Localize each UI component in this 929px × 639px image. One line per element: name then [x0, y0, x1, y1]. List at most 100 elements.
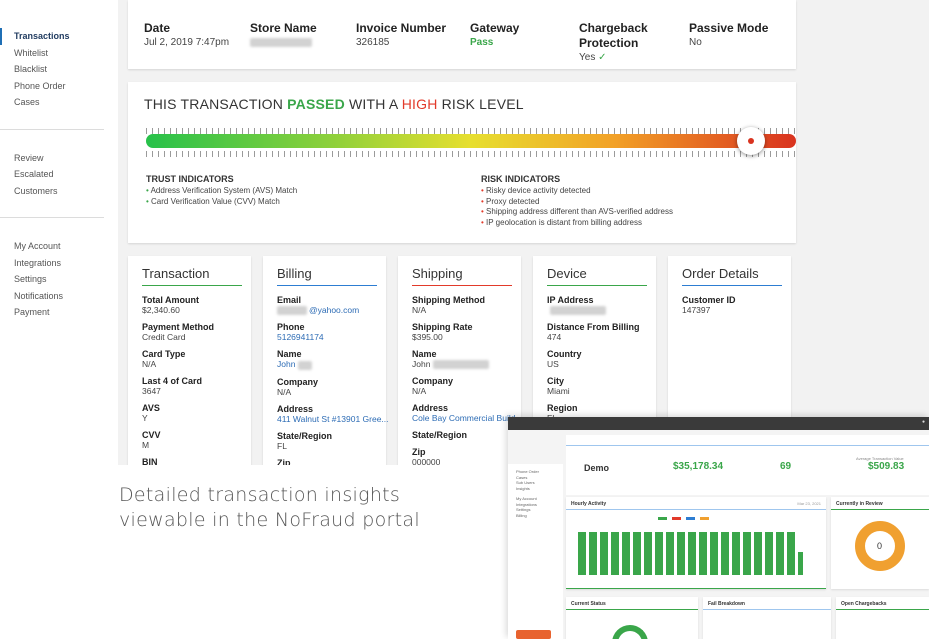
risk-status: PASSED	[287, 96, 345, 112]
nav-item-review[interactable]: Review	[0, 150, 118, 167]
risk-heading: THIS TRANSACTION PASSED WITH A HIGH RISK…	[144, 96, 524, 112]
field-value: N/A	[277, 386, 292, 397]
trust-indicators-heading: TRUST INDICATORS	[146, 174, 234, 184]
nav-item-whitelist[interactable]: Whitelist	[0, 45, 118, 62]
nav-item-payment[interactable]: Payment	[0, 304, 118, 321]
review-count: 0	[877, 541, 883, 551]
detail-field: IP Address	[547, 295, 656, 316]
hourly-bar	[611, 532, 619, 575]
risk-scale-ticks-bottom	[146, 151, 796, 157]
detail-field: Zip 000000	[412, 447, 521, 465]
transaction-detail: Date Jul 2, 2019 7:47pm Store Name Invoi…	[118, 0, 929, 465]
field-label: Payment Method	[142, 322, 215, 332]
legend-swatch	[700, 517, 709, 520]
passive-label: Passive Mode	[689, 21, 769, 35]
list-item: Risky device activity detected	[481, 186, 673, 197]
legend-swatch	[658, 517, 667, 520]
redacted-value	[550, 306, 606, 316]
chargeback-field: Chargeback Protection Yes ✓	[579, 21, 669, 65]
card-title: Order Details	[682, 266, 782, 286]
divider	[831, 509, 929, 510]
trust-indicators-list: Address Verification System (AVS) Match …	[146, 186, 298, 207]
hourly-bar	[798, 552, 803, 575]
field-label: Address	[277, 403, 314, 414]
field-value: Y	[142, 413, 148, 423]
field-label: IP Address	[547, 295, 594, 305]
hourly-bar-chart	[578, 525, 803, 575]
risk-panel: THIS TRANSACTION PASSED WITH A HIGH RISK…	[128, 82, 796, 243]
hourly-bar	[765, 532, 773, 575]
nav-item-my-account[interactable]: My Account	[0, 238, 118, 255]
field-value: 411 Walnut St #13901 Gree...	[277, 413, 389, 424]
widget-title: Currently in Review	[836, 501, 883, 507]
nav-item-phone-order[interactable]: Phone Order	[0, 78, 118, 95]
list-item: Address Verification System (AVS) Match	[146, 186, 298, 197]
detail-field: Card Type N/A	[142, 349, 251, 369]
field-value: Cole Bay Commercial Build...	[412, 413, 523, 424]
detail-field: AVS Y	[142, 403, 251, 423]
field-value: John	[277, 359, 386, 370]
store-field: Store Name	[250, 21, 317, 50]
nav-item-escalated[interactable]: Escalated	[0, 166, 118, 183]
widget-title: Hourly Activity	[571, 501, 607, 507]
user-menu-icon[interactable]: ●	[922, 419, 925, 425]
redacted-value	[298, 360, 313, 370]
detail-field: State/Region FL	[277, 431, 386, 451]
gateway-value: Pass	[470, 37, 494, 48]
nav-item-transactions[interactable]: Transactions	[0, 28, 118, 45]
shield-check-icon: ✓	[598, 52, 607, 63]
nav-item-customers[interactable]: Customers	[0, 183, 118, 200]
list-item: Shipping address different than AVS-veri…	[481, 207, 673, 218]
card-title: Shipping	[412, 266, 512, 286]
nav-item-settings[interactable]: Settings	[0, 271, 118, 288]
nav-item-integrations[interactable]: Integrations	[0, 255, 118, 272]
detail-field: Shipping Method N/A	[412, 295, 521, 315]
field-value: Credit Card	[142, 332, 186, 342]
detail-field: Customer ID 147397	[682, 295, 791, 315]
field-value: FL	[277, 440, 287, 451]
nav-item-blacklist[interactable]: Blacklist	[0, 61, 118, 78]
nav-item-notifications[interactable]: Notifications	[0, 288, 118, 305]
transaction-card: Transaction Total Amount $2,340.60 Payment…	[128, 256, 251, 465]
detail-field: Name John	[277, 349, 386, 370]
fail-breakdown-widget: Fail Breakdown	[703, 597, 831, 639]
hourly-bar	[710, 532, 718, 575]
redacted-value	[433, 360, 490, 370]
divider	[566, 588, 826, 589]
field-label: Customer ID	[682, 295, 736, 305]
field-label: Last 4 of Card	[142, 376, 203, 386]
dashboard-top-bar: ●	[508, 417, 929, 430]
hourly-bar	[699, 532, 707, 575]
field-label: Country	[547, 349, 582, 360]
legend-swatch	[686, 517, 695, 520]
widget-date: Mar 23, 2021	[797, 501, 821, 506]
field-label: Company	[412, 376, 454, 387]
order-count: 69	[780, 461, 792, 472]
hourly-bar	[688, 532, 696, 575]
detail-field: Payment Method Credit Card	[142, 322, 251, 342]
card-title: Transaction	[142, 266, 242, 286]
dashboard-nav-item[interactable]: Billing	[516, 513, 563, 519]
dashboard-sidebar: Phone Order Cases Sub Users Insights My Acco…	[508, 464, 563, 639]
dashboard-preview: ● Average Transaction Value $35,178.34 6…	[508, 417, 929, 639]
avg-transaction-value: $509.83	[868, 461, 905, 472]
date-value: Jul 2, 2019 7:47pm	[144, 37, 230, 48]
field-value: John	[412, 359, 521, 370]
action-button[interactable]	[516, 630, 551, 639]
field-label: State/Region	[277, 430, 333, 441]
invoice-field: Invoice Number 326185	[356, 21, 446, 50]
status-donut-chart	[612, 625, 648, 639]
nav-divider	[0, 217, 104, 218]
detail-field: Address Cole Bay Commercial Build...	[412, 403, 523, 424]
detail-field: Country US	[547, 349, 656, 369]
detail-field: Name John	[412, 349, 521, 370]
nav-divider	[0, 128, 104, 130]
nav-item-cases[interactable]: Cases	[0, 94, 118, 111]
detail-field: Zip32043	[277, 458, 386, 466]
hourly-bar	[600, 532, 608, 575]
hourly-bar	[622, 532, 630, 575]
widget-title: Fail Breakdown	[708, 601, 745, 607]
detail-field: State/Region	[412, 430, 521, 440]
detail-field: Company N/A	[412, 376, 521, 396]
field-label: Address	[412, 403, 449, 414]
